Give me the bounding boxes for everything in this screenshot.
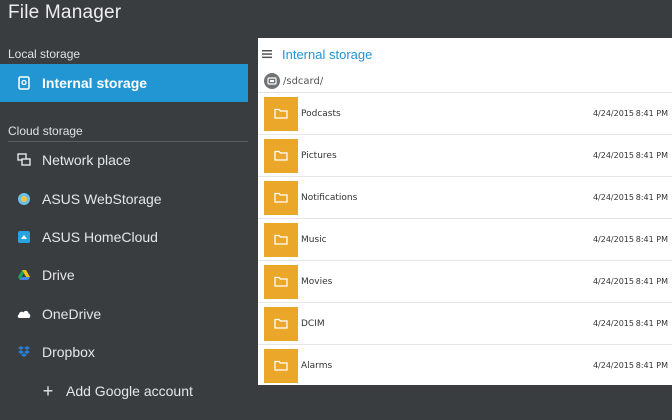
plus-icon: + xyxy=(42,380,54,401)
sidebar-item-label: OneDrive xyxy=(42,306,102,322)
folder-icon xyxy=(264,222,298,257)
folder-name: Pictures xyxy=(301,150,337,161)
panel-title: Internal storage xyxy=(282,46,373,62)
menu-icon[interactable] xyxy=(262,48,274,60)
folder-name: DCIM xyxy=(301,318,325,329)
folder-date: 4/24/2015 xyxy=(592,109,634,118)
folder-name: Notifications xyxy=(301,192,358,203)
sidebar-item-asus-homecloud[interactable]: ASUS HomeCloud xyxy=(0,218,248,256)
asus-webstorage-icon xyxy=(16,191,32,207)
folder-icon xyxy=(264,180,298,215)
folder-icon xyxy=(264,348,298,383)
folder-icon xyxy=(264,306,298,341)
folder-time: 8:41 PM xyxy=(635,193,668,202)
phone-storage-icon xyxy=(16,75,32,91)
folder-time: 8:41 PM xyxy=(635,319,668,328)
cloud-storage-header: Cloud storage xyxy=(8,124,248,142)
path-bar: /sdcard/ xyxy=(258,70,672,93)
sidebar-item-label: Internal storage xyxy=(42,75,148,91)
folder-date: 4/24/2015 xyxy=(592,277,634,286)
add-account-label: Add Google account xyxy=(66,383,193,399)
sdcard-icon[interactable] xyxy=(264,73,280,89)
network-place-icon xyxy=(16,152,32,168)
folder-date: 4/24/2015 xyxy=(592,319,634,328)
add-google-account-button[interactable]: + Add Google account xyxy=(0,372,248,410)
folder-row-music[interactable]: Music 4/24/2015 8:41 PM xyxy=(258,219,672,261)
folder-icon xyxy=(264,96,298,131)
folder-row-pictures[interactable]: Pictures 4/24/2015 8:41 PM xyxy=(258,135,672,177)
asus-homecloud-icon xyxy=(16,229,32,245)
sidebar-item-label: Network place xyxy=(42,152,131,168)
sidebar-item-label: Drive xyxy=(42,267,75,283)
app-title: File Manager xyxy=(8,2,122,23)
sidebar-item-label: ASUS HomeCloud xyxy=(42,229,158,245)
sidebar-item-label: ASUS WebStorage xyxy=(42,191,162,207)
sidebar-item-onedrive[interactable]: OneDrive xyxy=(0,295,248,333)
folder-name: Alarms xyxy=(301,360,333,371)
folder-date: 4/24/2015 xyxy=(592,361,634,370)
folder-icon xyxy=(264,138,298,173)
folder-row-podcasts[interactable]: Podcasts 4/24/2015 8:41 PM xyxy=(258,93,672,135)
sidebar-item-network-place[interactable]: Network place xyxy=(0,141,248,179)
onedrive-icon xyxy=(16,306,32,322)
folder-time: 8:41 PM xyxy=(635,277,668,286)
folder-date: 4/24/2015 xyxy=(592,235,634,244)
sidebar-item-drive[interactable]: Drive xyxy=(0,256,248,294)
sidebar-item-dropbox[interactable]: Dropbox xyxy=(0,333,248,371)
folder-name: Podcasts xyxy=(301,108,341,119)
local-storage-header: Local storage xyxy=(8,47,248,65)
folder-row-dcim[interactable]: DCIM 4/24/2015 8:41 PM xyxy=(258,303,672,345)
file-list-panel: Internal storage /sdcard/ Podcasts 4/24/… xyxy=(258,38,672,385)
folder-time: 8:41 PM xyxy=(635,109,668,118)
folder-date: 4/24/2015 xyxy=(592,151,634,160)
folder-time: 8:41 PM xyxy=(635,151,668,160)
folder-name: Movies xyxy=(301,276,333,287)
google-drive-icon xyxy=(16,267,32,283)
folder-date: 4/24/2015 xyxy=(592,193,634,202)
folder-time: 8:41 PM xyxy=(635,361,668,370)
current-path: /sdcard/ xyxy=(283,75,324,87)
folder-row-alarms[interactable]: Alarms 4/24/2015 8:41 PM xyxy=(258,345,672,385)
folder-row-movies[interactable]: Movies 4/24/2015 8:41 PM xyxy=(258,261,672,303)
sidebar-item-internal-storage[interactable]: Internal storage xyxy=(0,64,248,102)
sidebar-item-label: Dropbox xyxy=(42,344,95,360)
folder-row-notifications[interactable]: Notifications 4/24/2015 8:41 PM xyxy=(258,177,672,219)
sidebar-item-asus-webstorage[interactable]: ASUS WebStorage xyxy=(0,180,248,218)
folder-name: Music xyxy=(301,234,327,245)
dropbox-icon xyxy=(16,344,32,360)
folder-icon xyxy=(264,264,298,299)
panel-header: Internal storage xyxy=(258,38,672,70)
folder-time: 8:41 PM xyxy=(635,235,668,244)
